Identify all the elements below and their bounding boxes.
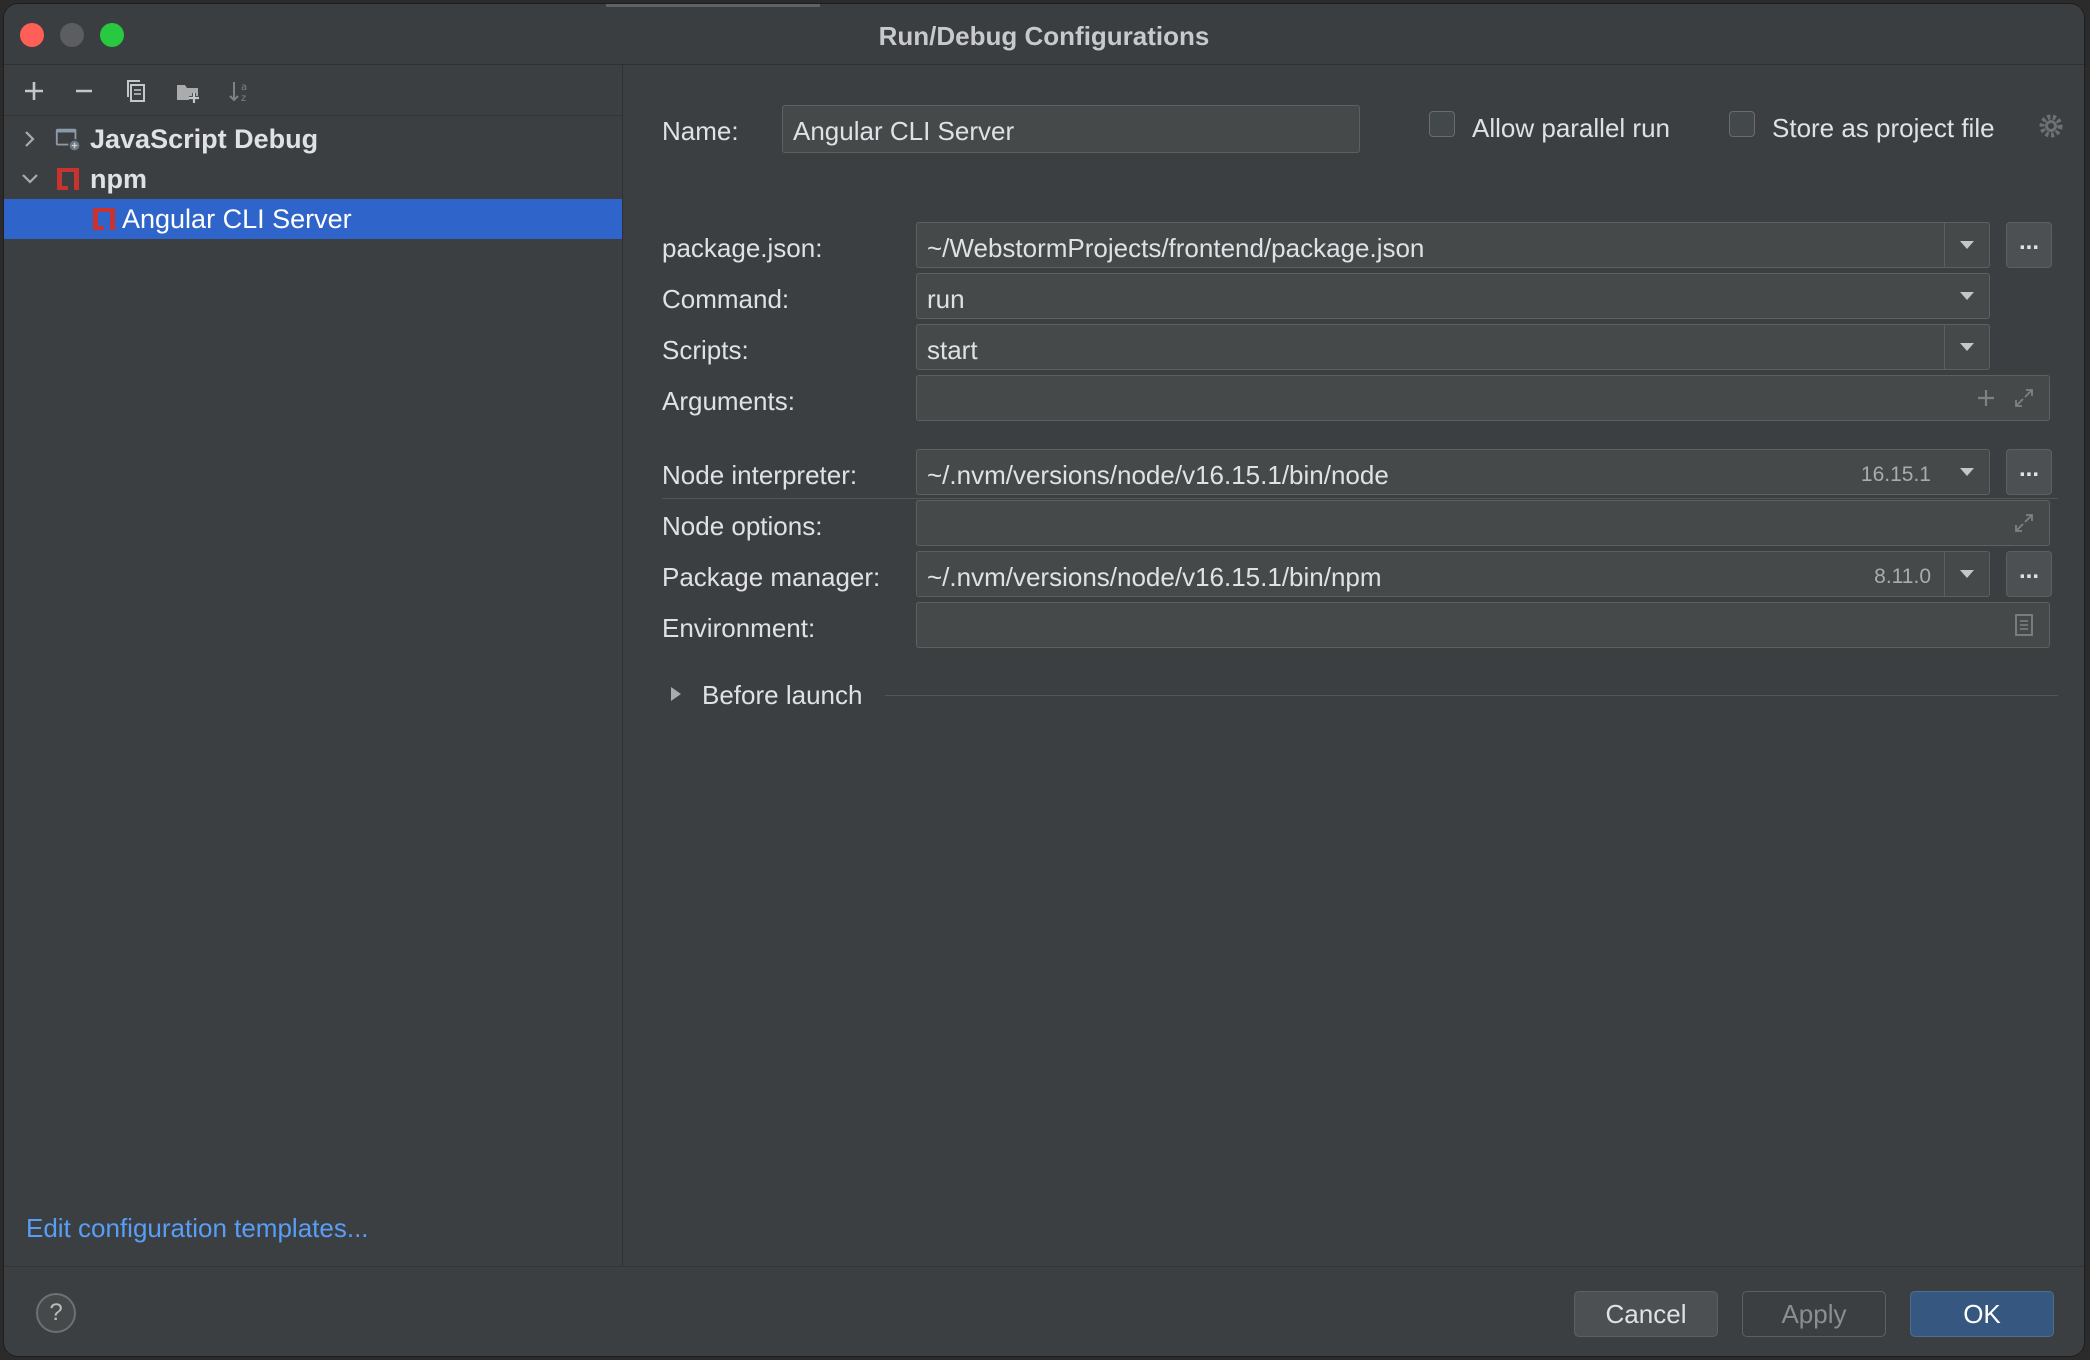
svg-text:a: a	[241, 82, 247, 93]
configurations-toolbar: a z	[4, 65, 622, 116]
package-json-browse-button[interactable]: ...	[2006, 222, 2052, 268]
package-manager-version: 8.11.0	[1874, 565, 1931, 588]
tree-item-label: npm	[90, 163, 147, 194]
chevron-down-icon[interactable]	[1944, 325, 1989, 369]
node-interpreter-label: Node interpreter:	[662, 460, 858, 490]
before-launch-toggle[interactable]: Before launch	[702, 680, 862, 711]
chevron-down-icon[interactable]	[1944, 552, 1989, 596]
edit-configuration-templates-link[interactable]: Edit configuration templates...	[26, 1213, 369, 1244]
package-manager-browse-button[interactable]: ...	[2006, 551, 2052, 597]
tree-item-label: JavaScript Debug	[90, 123, 319, 154]
chevron-down-icon[interactable]	[1945, 450, 1989, 494]
expand-icon[interactable]	[2011, 510, 2037, 536]
command-select[interactable]: run	[916, 273, 1990, 319]
before-launch-divider	[885, 695, 2058, 696]
chevron-down-icon[interactable]	[1944, 223, 1989, 267]
node-version: 16.15.1	[1860, 463, 1931, 486]
node-options-label: Node options:	[662, 511, 823, 541]
store-as-project-file-label[interactable]: Store as project file	[1772, 113, 1995, 144]
environment-input[interactable]	[916, 602, 2050, 648]
tree-item-javascript-debug[interactable]: JavaScript Debug	[4, 119, 622, 159]
tree-item-angular-cli-server[interactable]: Angular CLI Server	[4, 199, 622, 239]
remove-icon	[76, 89, 92, 93]
add-configuration-button[interactable]	[18, 75, 50, 107]
command-label: Command:	[662, 284, 790, 314]
add-argument-icon[interactable]	[1973, 385, 1999, 411]
command-value: run	[927, 284, 965, 314]
configurations-panel: a z JavaScript Debug npm Angular CLI Ser…	[4, 65, 623, 1266]
package-json-value: ~/WebstormProjects/frontend/package.json	[927, 233, 1425, 263]
new-folder-icon	[177, 85, 199, 103]
node-interpreter-select[interactable]: ~/.nvm/versions/node/v16.15.1/bin/node 1…	[916, 449, 1990, 495]
environment-label: Environment:	[662, 613, 816, 643]
store-as-project-file-checkbox[interactable]	[1729, 111, 1755, 137]
dialog-button-bar: ? Cancel Apply OK	[4, 1266, 2084, 1356]
sort-button[interactable]: a z	[224, 75, 256, 107]
copy-icon	[127, 80, 145, 102]
javascript-debug-icon	[54, 125, 82, 153]
gear-icon[interactable]	[2037, 112, 2065, 140]
run-debug-dialog: Run/Debug Configurations a z JavaScript …	[4, 4, 2084, 1356]
ok-button[interactable]: OK	[1910, 1291, 2054, 1337]
window-title: Run/Debug Configurations	[878, 21, 1210, 51]
arguments-input[interactable]	[916, 375, 2050, 421]
name-input-value: Angular CLI Server	[793, 116, 1015, 146]
cancel-button[interactable]: Cancel	[1574, 1291, 1718, 1337]
package-json-select[interactable]: ~/WebstormProjects/frontend/package.json	[916, 222, 1990, 268]
remove-configuration-button[interactable]	[68, 75, 100, 107]
node-interpreter-browse-button[interactable]: ...	[2006, 449, 2052, 495]
allow-parallel-run-checkbox[interactable]	[1429, 111, 1455, 137]
copy-configuration-button[interactable]	[120, 75, 152, 107]
title-bar-tab-indicator	[606, 4, 820, 7]
configuration-form: Name: Angular CLI Server Allow parallel …	[623, 65, 2084, 1266]
npm-icon	[90, 205, 118, 233]
scripts-select[interactable]: start	[916, 324, 1990, 370]
chevron-down-icon[interactable]	[18, 167, 42, 191]
expand-icon[interactable]	[2011, 385, 2037, 411]
npm-icon	[54, 165, 82, 193]
triangle-right-icon[interactable]	[669, 685, 687, 705]
svg-text:z: z	[241, 93, 246, 104]
name-label: Name:	[662, 116, 739, 146]
tree-item-label: Angular CLI Server	[122, 203, 352, 234]
package-manager-value: ~/.nvm/versions/node/v16.15.1/bin/npm	[927, 562, 1382, 592]
new-folder-button[interactable]	[172, 75, 204, 107]
package-manager-label: Package manager:	[662, 562, 881, 592]
add-icon	[25, 82, 43, 100]
name-input[interactable]: Angular CLI Server	[782, 105, 1360, 153]
tree-item-npm[interactable]: npm	[4, 159, 622, 199]
package-manager-select[interactable]: ~/.nvm/versions/node/v16.15.1/bin/npm 8.…	[916, 551, 1990, 597]
package-json-label: package.json:	[662, 233, 823, 263]
help-button[interactable]: ?	[36, 1293, 76, 1333]
chevron-right-icon[interactable]	[18, 127, 42, 151]
section-divider	[662, 498, 2058, 499]
apply-button[interactable]: Apply	[1742, 1291, 1886, 1337]
sort-icon: a z	[229, 82, 247, 104]
node-interpreter-value: ~/.nvm/versions/node/v16.15.1/bin/node	[927, 460, 1389, 490]
document-icon[interactable]	[2011, 612, 2037, 638]
scripts-label: Scripts:	[662, 335, 749, 365]
chevron-down-icon[interactable]	[1945, 274, 1989, 318]
arguments-label: Arguments:	[662, 386, 795, 416]
scripts-value: start	[927, 335, 978, 365]
allow-parallel-run-label[interactable]: Allow parallel run	[1472, 113, 1670, 144]
title-bar: Run/Debug Configurations	[4, 4, 2084, 65]
node-options-input[interactable]	[916, 500, 2050, 546]
